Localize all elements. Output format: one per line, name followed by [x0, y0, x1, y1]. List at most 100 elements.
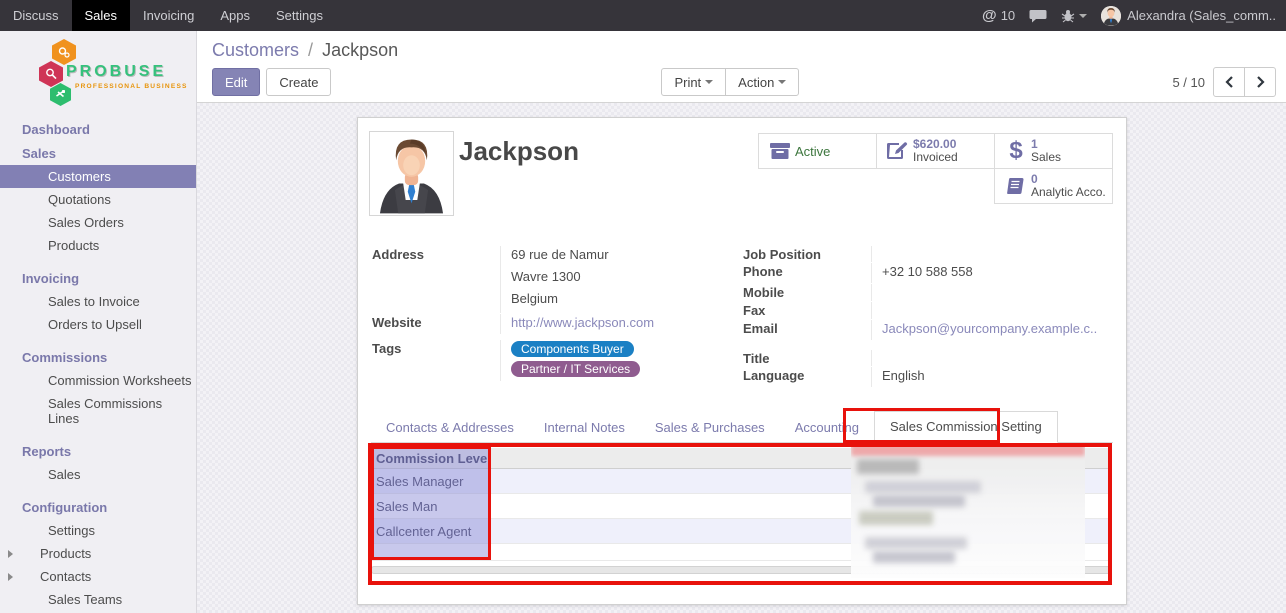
action-dropdown-button[interactable]: Action [725, 68, 799, 96]
sidebar-item-sales-teams[interactable]: Sales Teams [0, 588, 196, 611]
debug-bug-icon[interactable] [1061, 9, 1087, 23]
sidebar-item-sales-commissions-lines[interactable]: Sales Commissions Lines [0, 392, 196, 430]
user-avatar [1101, 6, 1121, 26]
menu-invoicing[interactable]: Invoicing [130, 0, 207, 31]
table-row[interactable]: Sales Manager [371, 469, 1111, 494]
expand-arrow-icon[interactable] [8, 550, 13, 558]
sidebar: PROBUSE PROFESSIONAL BUSINESS Dashboard … [0, 31, 197, 613]
menu-apps[interactable]: Apps [207, 0, 263, 31]
commission-level-table: Commission Level Sales Manager Sales Man… [371, 448, 1111, 561]
email-label: Email [743, 320, 871, 340]
print-dropdown-button[interactable]: Print [661, 68, 726, 96]
app-menu: Discuss Sales Invoicing Apps Settings [0, 0, 336, 31]
invoiced-label: Invoiced [913, 151, 958, 164]
job-position-value [871, 246, 1114, 262]
horizontal-scrollbar[interactable] [371, 566, 1111, 574]
sidebar-item-dashboard[interactable]: Dashboard [0, 117, 196, 141]
main-content: Customers / Jackpson Edit Create Print A… [197, 31, 1286, 613]
invoiced-stat-button[interactable]: $620.00 Invoiced [876, 133, 995, 169]
logo-hexagon-magnifier-icon [39, 61, 63, 87]
record-pager: 5 / 10 [1172, 67, 1276, 97]
sidebar-header-commissions[interactable]: Commissions [0, 345, 196, 369]
book-icon [1001, 177, 1031, 195]
page-title: Jackpson [459, 136, 579, 167]
customer-photo[interactable] [369, 131, 454, 216]
language-value: English [871, 367, 1114, 387]
control-buttons-row: Edit Create Print Action 5 / 10 [212, 68, 1276, 96]
pager-buttons [1213, 67, 1276, 97]
tags-value: Components Buyer Partner / IT Services [500, 340, 743, 381]
sidebar-item-quotations[interactable]: Quotations [0, 188, 196, 211]
analytic-label: Analytic Acco... [1031, 186, 1106, 199]
sidebar-header-configuration[interactable]: Configuration [0, 495, 196, 519]
caret-down-icon [778, 80, 786, 84]
sidebar-item-config-products[interactable]: Products [0, 542, 196, 565]
sidebar-item-products[interactable]: Products [0, 234, 196, 257]
mobile-value [871, 284, 1114, 301]
previous-record-button[interactable] [1213, 67, 1245, 97]
phone-value: +32 10 588 558 [871, 263, 1114, 283]
sidebar-item-sales-orders[interactable]: Sales Orders [0, 211, 196, 234]
sidebar-item-sales-to-invoice[interactable]: Sales to Invoice [0, 290, 196, 313]
logo-hexagon-gear-icon [52, 39, 76, 65]
breadcrumb: Customers / Jackpson [212, 40, 398, 61]
action-label: Action [738, 75, 774, 90]
edit-button[interactable]: Edit [212, 68, 260, 96]
menu-discuss[interactable]: Discuss [0, 0, 72, 31]
address-label: Address [372, 246, 500, 313]
breadcrumb-current: Jackpson [322, 40, 398, 60]
logo-subtitle: PROFESSIONAL BUSINESS [75, 83, 188, 90]
breadcrumb-separator: / [304, 40, 317, 60]
dollar-icon: $ [1001, 137, 1031, 165]
sidebar-item-customers[interactable]: Customers [0, 165, 196, 188]
tab-accounting[interactable]: Accounting [780, 413, 874, 443]
tag-partner-it-services: Partner / IT Services [511, 361, 640, 377]
create-button[interactable]: Create [266, 68, 331, 96]
table-row-empty[interactable] [371, 544, 1111, 561]
tab-internal-notes[interactable]: Internal Notes [529, 413, 640, 443]
sidebar-item-label: Contacts [40, 569, 91, 584]
website-link[interactable]: http://www.jackpson.com [511, 315, 654, 330]
email-link[interactable]: Jackpson@yourcompany.example.c.. [882, 321, 1097, 336]
fax-label: Fax [743, 302, 871, 319]
user-menu[interactable]: Alexandra (Sales_comm.. [1101, 6, 1276, 26]
address-street: 69 rue de Namur [511, 247, 743, 262]
tab-contacts-addresses[interactable]: Contacts & Addresses [371, 413, 529, 443]
control-panel: Customers / Jackpson Edit Create Print A… [197, 31, 1286, 103]
sidebar-header-invoicing[interactable]: Invoicing [0, 266, 196, 290]
user-name: Alexandra (Sales_comm.. [1127, 8, 1276, 23]
form-view-area: Jackpson Active $620.00 [197, 103, 1286, 613]
active-stat-button[interactable]: Active [758, 133, 877, 169]
sidebar-header-sales[interactable]: Sales [0, 141, 196, 165]
chat-bubble-icon[interactable] [1029, 9, 1047, 23]
tab-sales-purchases[interactable]: Sales & Purchases [640, 413, 780, 443]
sidebar-item-commission-worksheets[interactable]: Commission Worksheets [0, 369, 196, 392]
sidebar-item-config-contacts[interactable]: Contacts [0, 565, 196, 588]
breadcrumb-customers-link[interactable]: Customers [212, 40, 299, 60]
topbar-right: @ 10 Alexandra (Sales_comm.. [982, 0, 1286, 31]
edit-pencil-icon [883, 141, 913, 161]
table-row[interactable]: Callcenter Agent [371, 519, 1111, 544]
phone-label: Phone [743, 263, 871, 283]
sidebar-item-reports-sales[interactable]: Sales [0, 463, 196, 486]
expand-arrow-icon[interactable] [8, 573, 13, 581]
app-window: Discuss Sales Invoicing Apps Settings @ … [0, 0, 1286, 613]
table-row[interactable]: Sales Man [371, 494, 1111, 519]
sidebar-item-settings[interactable]: Settings [0, 519, 196, 542]
field-groups: Address 69 rue de Namur Wavre 1300 Belgi… [372, 246, 1114, 388]
fax-value [871, 302, 1114, 319]
analytic-accounts-stat-button[interactable]: 0 Analytic Acco... [994, 168, 1113, 204]
notebook-tabs: Contacts & Addresses Internal Notes Sale… [371, 411, 1113, 443]
tab-sales-commission-setting[interactable]: Sales Commission Setting [874, 411, 1058, 443]
menu-sales[interactable]: Sales [72, 0, 131, 31]
sidebar-header-reports[interactable]: Reports [0, 439, 196, 463]
sidebar-item-orders-to-upsell[interactable]: Orders to Upsell [0, 313, 196, 336]
next-record-button[interactable] [1244, 67, 1276, 97]
field-column-left: Address 69 rue de Namur Wavre 1300 Belgi… [372, 246, 743, 388]
address-country: Belgium [511, 291, 743, 306]
sales-stat-button[interactable]: $ 1 Sales [994, 133, 1113, 169]
menu-settings[interactable]: Settings [263, 0, 336, 31]
caret-down-icon [705, 80, 713, 84]
mentions-button[interactable]: @ 10 [982, 7, 1015, 24]
tags-label: Tags [372, 340, 500, 381]
